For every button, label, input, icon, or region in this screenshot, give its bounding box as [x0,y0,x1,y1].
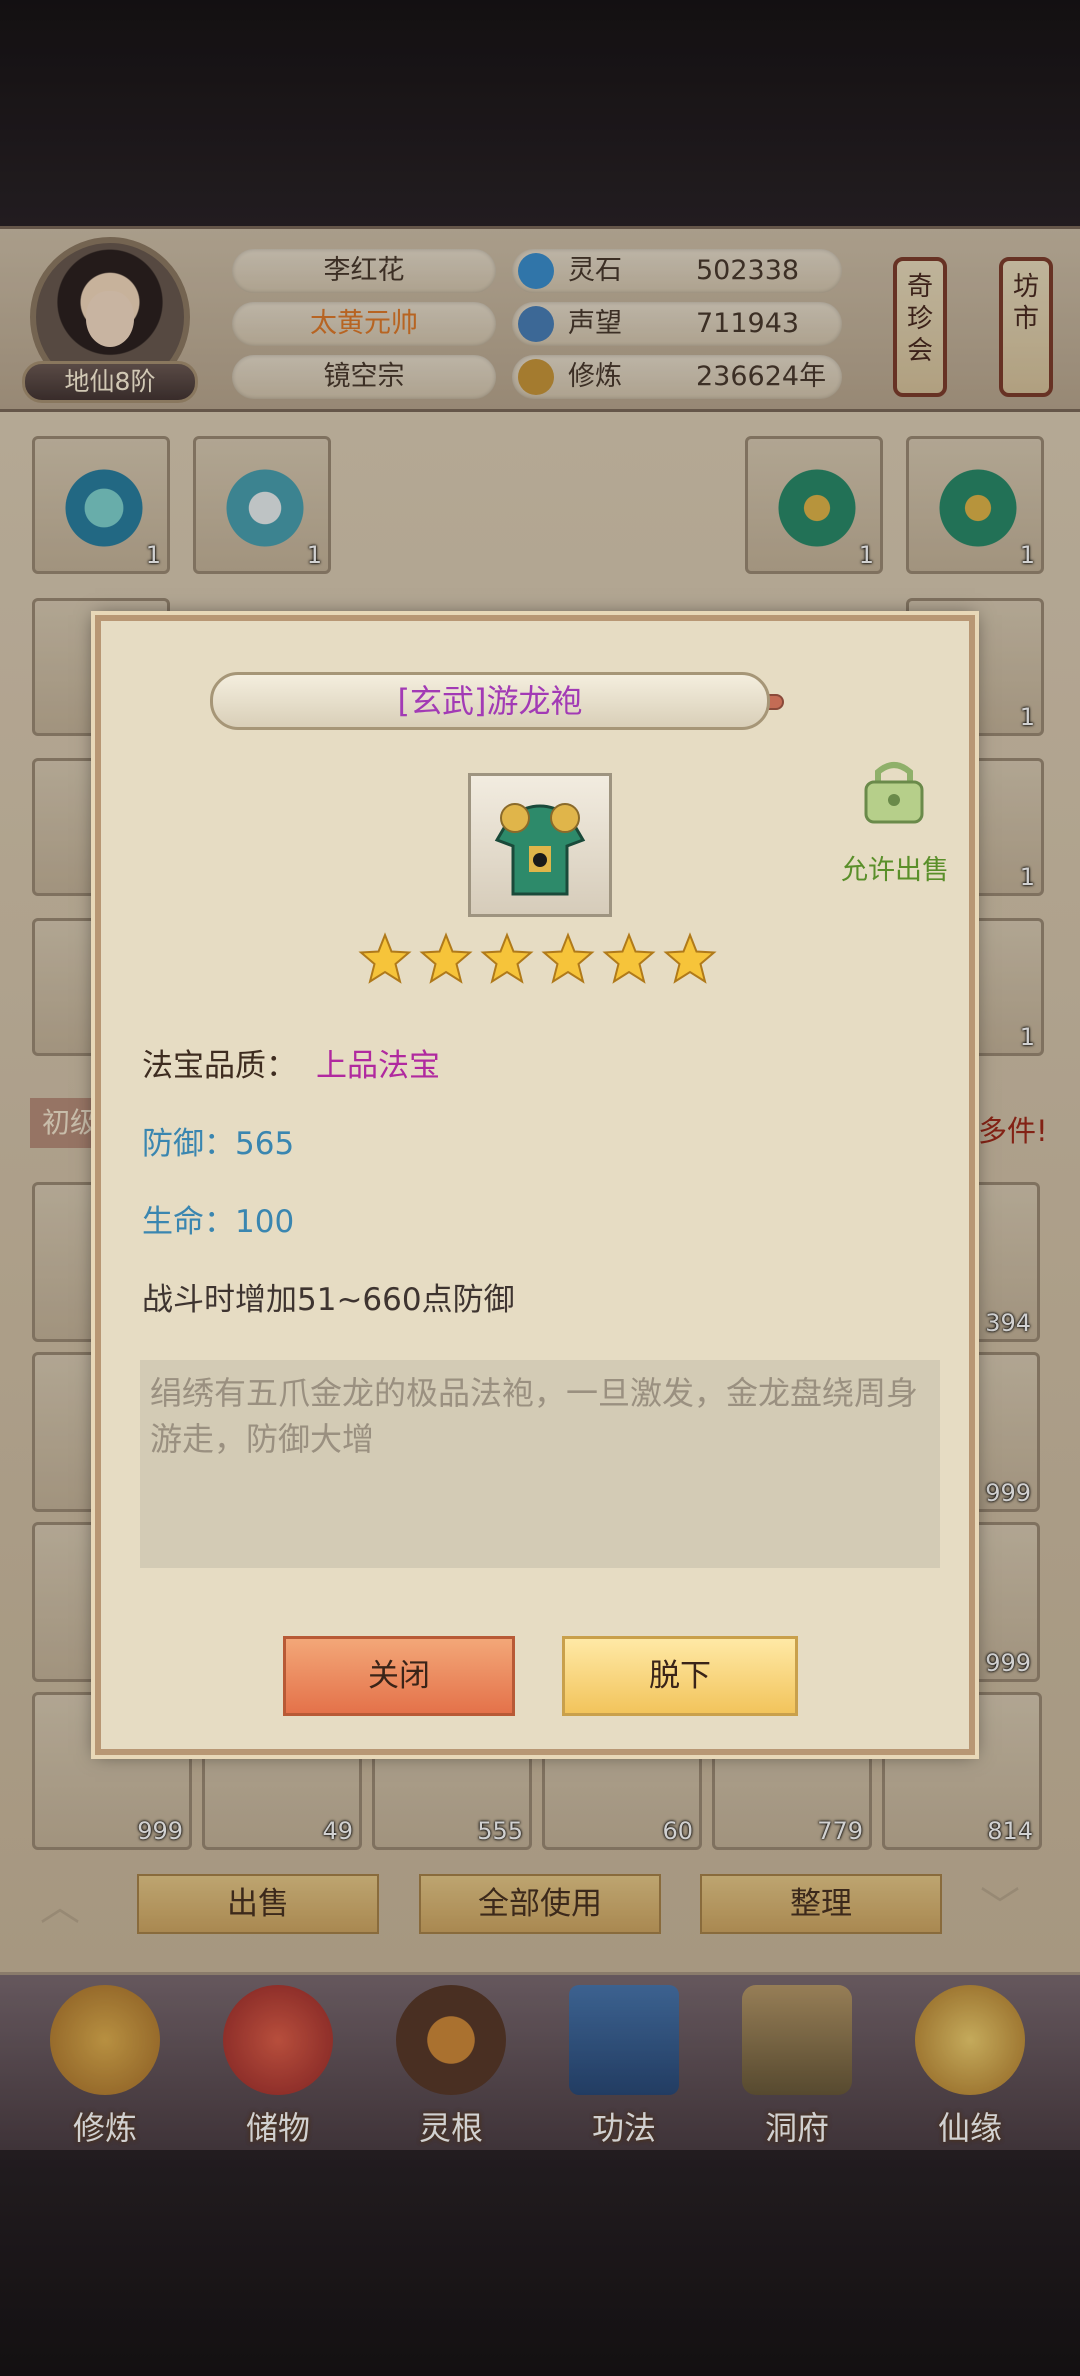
star-icon [602,932,656,984]
star-icon [541,932,595,984]
item-description: 绢绣有五爪金龙的极品法袍，一旦激发，金龙盘绕周身游走，防御大增 [140,1360,940,1568]
health-stat: 生命：100 [142,1204,295,1240]
star-rating [358,932,724,992]
battle-effect: 战斗时增加51~660点防御 [142,1282,515,1318]
quality-label: 法宝品质： [142,1048,297,1084]
star-icon [419,932,473,984]
star-icon [358,932,412,984]
unequip-button[interactable]: 脱下 [562,1636,798,1716]
quality-value: 上品法宝 [316,1048,440,1084]
unlock-icon[interactable] [858,754,930,828]
close-button[interactable]: 关闭 [283,1636,515,1716]
item-image [468,773,612,917]
robe-icon [494,803,586,896]
allow-sell-label[interactable]: 允许出售 [820,848,970,887]
item-name: [玄武]游龙袍 [210,672,770,730]
star-icon [663,932,717,984]
star-icon [480,932,534,984]
defense-stat: 防御：565 [142,1126,295,1162]
